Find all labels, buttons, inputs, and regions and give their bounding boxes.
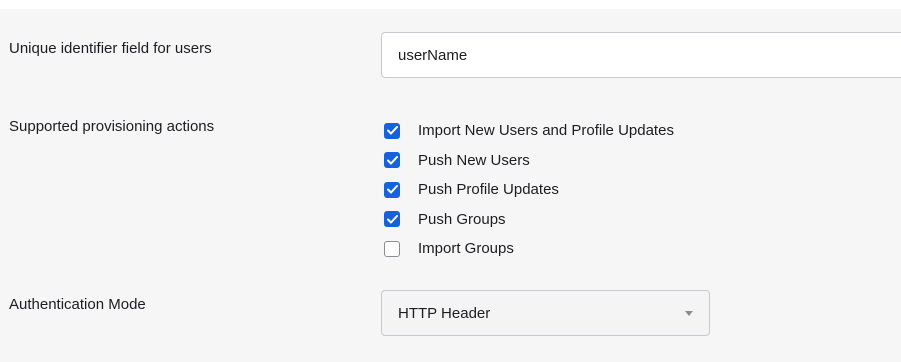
check-icon bbox=[386, 185, 398, 194]
check-icon bbox=[386, 214, 398, 224]
action-label: Push New Users bbox=[418, 151, 530, 169]
checkbox-import-new-users[interactable] bbox=[384, 122, 400, 139]
provisioning-actions-label: Supported provisioning actions bbox=[9, 118, 215, 135]
checkbox-import-groups[interactable] bbox=[384, 240, 400, 257]
provisioning-actions-list: Import New Users and Profile Updates Pus… bbox=[384, 116, 674, 264]
action-label: Import Groups bbox=[418, 240, 514, 258]
action-import-groups[interactable]: Import Groups bbox=[384, 234, 674, 264]
action-push-new-users[interactable]: Push New Users bbox=[384, 146, 674, 176]
action-import-new-users[interactable]: Import New Users and Profile Updates bbox=[384, 116, 674, 146]
action-label: Push Profile Updates bbox=[418, 181, 559, 199]
action-push-profile-updates[interactable]: Push Profile Updates bbox=[384, 175, 674, 205]
authentication-mode-label: Authentication Mode bbox=[9, 296, 146, 313]
action-push-groups[interactable]: Push Groups bbox=[384, 205, 674, 235]
checkbox-push-new-users[interactable] bbox=[384, 152, 400, 169]
checkbox-push-profile-updates[interactable] bbox=[384, 181, 400, 198]
authentication-mode-value: HTTP Header bbox=[398, 304, 491, 322]
check-icon bbox=[386, 126, 398, 135]
unique-identifier-input[interactable] bbox=[381, 32, 901, 78]
check-icon bbox=[386, 155, 398, 165]
caret-down-icon bbox=[683, 307, 695, 319]
action-label: Push Groups bbox=[418, 210, 506, 228]
checkbox-push-groups[interactable] bbox=[384, 211, 400, 228]
action-label: Import New Users and Profile Updates bbox=[418, 122, 674, 140]
authentication-mode-select[interactable]: HTTP Header bbox=[381, 290, 710, 336]
unique-identifier-label: Unique identifier field for users bbox=[9, 40, 212, 57]
